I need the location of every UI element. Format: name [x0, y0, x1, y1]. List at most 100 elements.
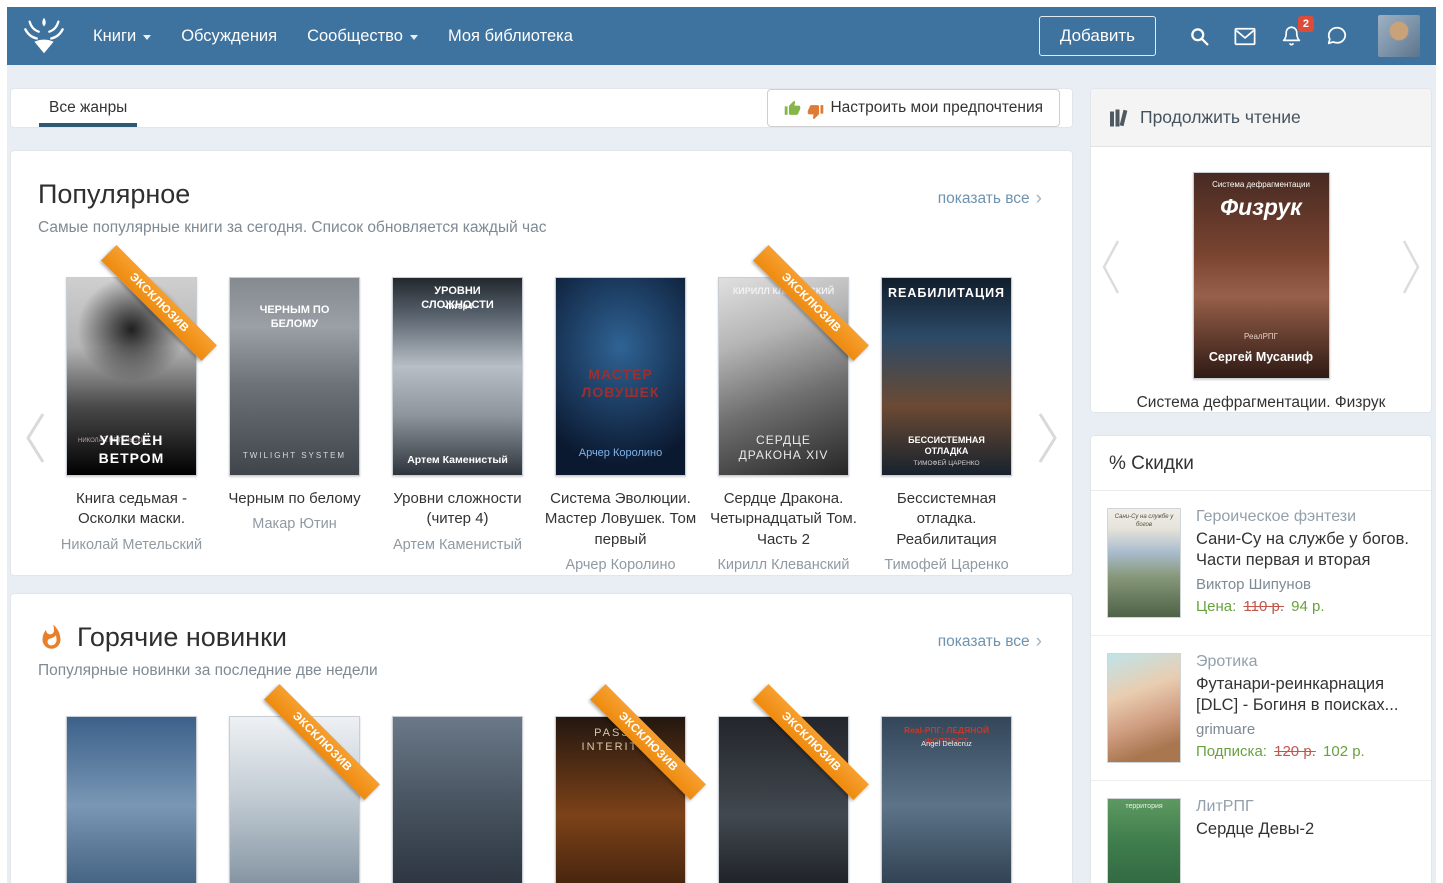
chat-icon[interactable]	[1326, 25, 1348, 47]
book-cover[interactable]: PASSIM INTERITUM ЭКСКЛЮЗИВ	[555, 684, 706, 883]
genre-link[interactable]: Эротика	[1196, 653, 1415, 671]
price-row: Цена: 110 р. 94 р.	[1196, 598, 1415, 615]
exclusive-ribbon: ЭКСКЛЮЗИВ	[101, 245, 217, 361]
book-cover[interactable]: ЭКСКЛЮЗИВ	[229, 684, 380, 883]
book-author-link[interactable]: Николай Метельский	[54, 536, 209, 556]
menu-item-my-library[interactable]: Моя библиотека	[448, 27, 573, 46]
book-card: PASSIM INTERITUM ЭКСКЛЮЗИВ	[539, 684, 706, 883]
hot-title: Горячие новинки	[77, 622, 287, 653]
book-card: НИКОЛАЙ МЕТЕЛЬСКИЙ УНЕСЁН ВЕТРОМ ЭКСКЛЮЗ…	[50, 245, 217, 575]
book-cover[interactable]: НИКОЛАЙ МЕТЕЛЬСКИЙ УНЕСЁН ВЕТРОМ ЭКСКЛЮЗ…	[66, 245, 217, 476]
app-frame: Книги Обсуждения Сообщество Моя библиоте…	[7, 7, 1436, 883]
book-author-link[interactable]: Арчер Королино	[543, 556, 698, 576]
carousel-left-arrow[interactable]	[23, 409, 47, 472]
chevron-right-icon: ›	[1035, 631, 1042, 653]
notifications-bell-icon[interactable]: 2	[1280, 16, 1314, 47]
mail-icon[interactable]	[1234, 25, 1256, 47]
popular-show-all-link[interactable]: показать все ›	[938, 189, 1042, 208]
book-card: ЧЕРНЫМ ПО БЕЛОМУ TWILIGHT SYSTEM Черным …	[213, 277, 376, 575]
book-cover[interactable]: RЕАБИЛИТАЦИЯ БЕССИСТЕМНАЯ ОТЛАДКА ТИМОФЕ…	[881, 277, 1012, 476]
book-card: МАСТЕР ЛОВУШЕК Арчер Королино Система Эв…	[539, 277, 702, 575]
menu-item-books[interactable]: Книги	[93, 27, 152, 46]
cover-text: Артем Каменистый	[407, 453, 508, 466]
genre-link[interactable]: ЛитРПГ	[1196, 798, 1314, 816]
sidebar: Продолжить чтение Система дефрагментации…	[1090, 88, 1432, 883]
book-author-link[interactable]: Артем Каменистый	[380, 536, 535, 556]
chevron-down-icon	[143, 34, 152, 40]
thumbs-down-icon	[808, 104, 824, 119]
cover-text: ТИМОФЕЙ ЦАРЕНКО	[913, 459, 980, 467]
book-title-link[interactable]: Черным по белому	[217, 489, 372, 509]
book-title-link[interactable]: Книга седьмая - Осколки маски.	[54, 489, 209, 530]
book-cover[interactable]: КИРИЛЛ КЛЕВАНСКИЙ СЕРДЦЕ ДРАКОНА XIV ЭКС…	[718, 245, 869, 476]
add-button[interactable]: Добавить	[1038, 16, 1156, 56]
cover-text: Система дефрагментации	[1212, 180, 1310, 189]
thumbs-up-icon	[785, 100, 801, 115]
cover-text: ЧЕРНЫМ ПО БЕЛОМУ	[259, 304, 330, 330]
carousel-right-arrow[interactable]	[1401, 235, 1421, 304]
page: Книги Обсуждения Сообщество Моя библиоте…	[0, 0, 1443, 883]
menu-item-label: Моя библиотека	[447, 26, 573, 45]
book-title-link[interactable]: Футанари-реинкарнация [DLC] - Богиня в п…	[1196, 674, 1415, 717]
book-title-link[interactable]: Бессистемная отладка. Реабилитация	[869, 489, 1024, 550]
book-author-link[interactable]: grimuare	[1196, 721, 1415, 738]
new-price: 94 р.	[1291, 597, 1325, 615]
book-author-link[interactable]: Макар Ютин	[217, 515, 372, 535]
book-thumbnail[interactable]: Сани-Су на службе у богов	[1107, 508, 1181, 618]
book-title-link[interactable]: Система Эволюции. Мастер Ловушек. Том пе…	[543, 489, 698, 550]
book-card	[376, 716, 539, 883]
book-author-link[interactable]: Кирилл Клеванский	[706, 556, 861, 576]
continue-reading-carousel: Система дефрагментации Физрук РеалРПГ Се…	[1091, 147, 1431, 412]
hot-show-all-link[interactable]: показать все ›	[938, 632, 1042, 651]
show-all-label: показать все	[937, 632, 1030, 650]
menu-item-discussions[interactable]: Обсуждения	[181, 27, 277, 46]
book-title-link[interactable]: Уровни сложности (читер 4)	[380, 489, 535, 530]
cover-text: Читер4	[442, 301, 473, 311]
book-card: RЕАБИЛИТАЦИЯ БЕССИСТЕМНАЯ ОТЛАДКА ТИМОФЕ…	[865, 277, 1028, 575]
book-cover[interactable]: Real-РПГ: ЛЕДЯНОЙ ФОРПОСТ Angel Delacruz	[881, 716, 1012, 883]
flame-icon	[42, 625, 61, 650]
preferences-button[interactable]: Настроить мои предпочтения	[767, 89, 1060, 127]
discounts-title: % Скидки	[1091, 436, 1431, 491]
book-cover[interactable]: УРОВНИ СЛОЖНОСТИ Читер4 Артем Каменистый	[392, 277, 523, 476]
book-thumbnail[interactable]	[1107, 653, 1181, 763]
cover-text: Физрук	[1220, 194, 1302, 220]
cover-text: Сергей Мусаниф	[1208, 350, 1314, 365]
cover-text: МАСТЕР ЛОВУШЕК	[581, 366, 660, 400]
cover-text: БЕССИСТЕМНАЯ ОТЛАДКА	[908, 434, 985, 456]
book-cover[interactable]: ЭКСКЛЮЗИВ	[718, 684, 869, 883]
genre-link[interactable]: Героическое фэнтези	[1196, 508, 1415, 526]
continue-reading-book-link[interactable]: Система дефрагментации. Физрук	[1091, 394, 1431, 412]
menu-item-community[interactable]: Сообщество	[307, 27, 418, 46]
notification-badge: 2	[1297, 16, 1314, 32]
book-author-link[interactable]: Тимофей Царенко	[869, 556, 1024, 576]
genre-tab-bar: Все жанры Настроить мои предпочтения	[10, 88, 1073, 128]
carousel-right-arrow[interactable]	[1036, 409, 1060, 472]
book-title-link[interactable]: Сердце Дракона. Четырнадцатый Том. Часть…	[706, 489, 861, 550]
hot-books-row: ЭКСКЛЮЗИВ PASSIM INTERITUM ЭКСКЛЮЗИВ ЭКС…	[11, 684, 1072, 883]
book-card	[50, 716, 213, 883]
book-cover[interactable]: Система дефрагментации Физрук РеалРПГ Се…	[1192, 172, 1330, 379]
user-avatar[interactable]	[1378, 15, 1420, 57]
book-card: ЭКСКЛЮЗИВ	[702, 684, 869, 883]
search-icon[interactable]	[1188, 25, 1210, 47]
book-thumbnail[interactable]: территория	[1107, 798, 1181, 883]
price-row: Подписка: 120 р. 102 р.	[1196, 743, 1415, 760]
book-cover[interactable]	[66, 716, 197, 883]
book-title-link[interactable]: Сердце Девы-2	[1196, 819, 1314, 840]
book-cover[interactable]: ЧЕРНЫМ ПО БЕЛОМУ TWILIGHT SYSTEM	[229, 277, 360, 476]
cover-text: СЕРДЦЕ ДРАКОНА XIV	[738, 433, 829, 462]
carousel-left-arrow[interactable]	[1101, 235, 1121, 304]
book-title-link[interactable]: Сани-Су на службе у богов. Части первая …	[1196, 529, 1415, 572]
book-cover[interactable]	[392, 716, 523, 883]
price-label: Цена:	[1196, 597, 1237, 615]
popular-books-row: НИКОЛАЙ МЕТЕЛЬСКИЙ УНЕСЁН ВЕТРОМ ЭКСКЛЮЗ…	[11, 245, 1072, 576]
book-author-link[interactable]: Виктор Шипунов	[1196, 576, 1415, 593]
nav-right-controls: Добавить 2	[1038, 15, 1420, 57]
tab-all-genres[interactable]: Все жанры	[39, 89, 138, 127]
site-logo-icon[interactable]	[21, 13, 67, 59]
preferences-button-label: Настроить мои предпочтения	[830, 99, 1043, 116]
book-cover[interactable]: МАСТЕР ЛОВУШЕК Арчер Королино	[555, 277, 686, 476]
top-navigation: Книги Обсуждения Сообщество Моя библиоте…	[7, 7, 1436, 65]
discount-item: территория ЛитРПГ Сердце Девы-2	[1091, 780, 1431, 883]
